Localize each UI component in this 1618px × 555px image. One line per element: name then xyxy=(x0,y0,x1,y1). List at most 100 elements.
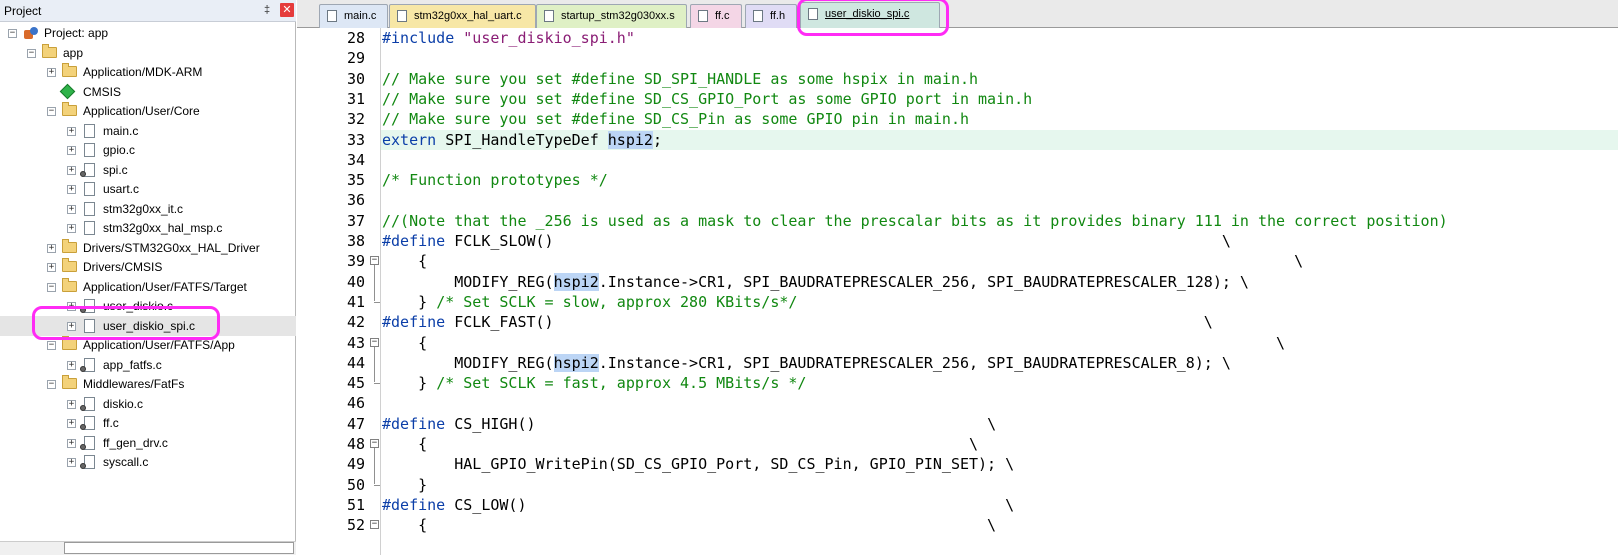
collapse-icon[interactable]: − xyxy=(47,282,56,292)
highlighted-identifier: hspi2 xyxy=(553,353,599,372)
expand-icon[interactable]: + xyxy=(67,126,76,136)
close-icon[interactable]: ✕ xyxy=(280,3,294,17)
code-token: // Make sure you set #define SD_CS_Pin a… xyxy=(382,110,969,129)
fold-toggle-icon[interactable]: − xyxy=(370,520,379,530)
code-line[interactable]: { \ xyxy=(382,434,978,454)
highlighted-identifier: hspi2 xyxy=(553,272,599,291)
fold-toggle-icon[interactable]: − xyxy=(370,337,379,347)
expand-icon[interactable]: + xyxy=(67,185,76,194)
code-line[interactable]: { \ xyxy=(382,333,1285,353)
line-number: 34 xyxy=(346,150,365,169)
line-number: 52 xyxy=(346,516,365,535)
code-line[interactable]: } xyxy=(382,475,427,495)
tab-startup-stm32g030xx-s[interactable]: startup_stm32g030xx.s xyxy=(536,4,687,28)
expand-icon[interactable]: + xyxy=(67,204,76,214)
file-icon xyxy=(397,10,407,22)
scrollbar-thumb[interactable] xyxy=(64,542,294,554)
expand-icon[interactable]: + xyxy=(67,419,76,428)
tree-item-label: Application/User/FATFS/Target xyxy=(83,279,247,294)
code-line[interactable]: #include "user_diskio_spi.h" xyxy=(382,28,635,48)
line-number: 40 xyxy=(346,272,365,291)
collapse-icon[interactable]: − xyxy=(8,29,17,38)
expand-icon[interactable]: + xyxy=(67,360,76,370)
tree-item[interactable]: + ff.c xyxy=(0,413,296,433)
code-line[interactable]: #define CS_LOW() \ xyxy=(382,495,1014,515)
line-number-gutter: 28 29 30 31 32 33 34 35 36 37 38 39 40 41 42 43 44 45 46 47… xyxy=(297,28,367,555)
collapse-icon[interactable]: − xyxy=(47,107,56,116)
tree-item[interactable]: CMSIS xyxy=(0,82,296,102)
tree-item[interactable]: − app xyxy=(0,43,296,63)
tab-ff-c[interactable]: ff.c xyxy=(690,4,742,28)
code-line[interactable]: MODIFY_REG(hspi2.Instance->CR1, SPI_BAUD… xyxy=(382,272,1249,292)
code-line[interactable]: // Make sure you set #define SD_SPI_HAND… xyxy=(382,69,978,89)
code-line[interactable]: extern SPI_HandleTypeDef hspi2; xyxy=(382,130,662,150)
code-line[interactable]: /* Function prototypes */ xyxy=(382,170,608,190)
tree-item[interactable]: + Application/MDK-ARM xyxy=(0,62,296,82)
tree-item[interactable]: + app_fatfs.c xyxy=(0,355,296,375)
line-number: 43 xyxy=(346,333,365,352)
collapse-icon[interactable]: − xyxy=(47,380,56,389)
tree-item[interactable]: + ff_gen_drv.c xyxy=(0,433,296,453)
tree-item[interactable]: + diskio.c xyxy=(0,394,296,414)
tree-item[interactable]: + usart.c xyxy=(0,179,296,199)
tree-item[interactable]: + Drivers/CMSIS xyxy=(0,257,296,277)
code-line[interactable]: // Make sure you set #define SD_CS_GPIO_… xyxy=(382,89,1032,109)
tree-item[interactable]: + main.c xyxy=(0,121,296,141)
expand-icon[interactable]: + xyxy=(47,243,56,253)
pin-icon[interactable]: ‡ xyxy=(260,3,274,17)
tab-stm32g0xx-hal-uart-c[interactable]: stm32g0xx_hal_uart.c xyxy=(389,4,536,28)
code-token: extern xyxy=(382,130,437,149)
code-line[interactable]: } /* Set SCLK = slow, approx 280 KBits/s… xyxy=(382,292,797,312)
tree-item[interactable]: − Application/User/Core xyxy=(0,101,296,121)
expand-icon[interactable]: + xyxy=(67,146,76,155)
file-icon xyxy=(84,143,95,157)
line-number: 29 xyxy=(346,49,365,68)
expand-icon[interactable]: + xyxy=(47,68,56,77)
code-line[interactable]: HAL_GPIO_WritePin(SD_CS_GPIO_Port, SD_CS… xyxy=(382,454,1014,474)
expand-icon[interactable]: + xyxy=(47,263,56,272)
tree-item[interactable]: − Application/User/FATFS/Target xyxy=(0,277,296,297)
tree-item[interactable]: − Middlewares/FatFs xyxy=(0,374,296,394)
file-icon xyxy=(698,10,708,22)
code-line[interactable]: // Make sure you set #define SD_CS_Pin a… xyxy=(382,109,969,129)
tree-item-label: app_fatfs.c xyxy=(103,357,162,372)
tree-item[interactable]: + stm32g0xx_hal_msp.c xyxy=(0,218,296,238)
fold-toggle-icon[interactable]: − xyxy=(370,439,379,448)
code-editor[interactable]: 28 29 30 31 32 33 34 35 36 37 38 39 40 41 42 43 44 45 46 47… xyxy=(297,28,1618,555)
code-line[interactable]: //(Note that the _256 is used as a mask … xyxy=(382,211,1448,231)
expand-icon[interactable]: + xyxy=(67,224,76,233)
tree-item[interactable]: + Drivers/STM32G0xx_HAL_Driver xyxy=(0,238,296,258)
tree-item[interactable]: + spi.c xyxy=(0,160,296,180)
tree-item-label: stm32g0xx_it.c xyxy=(103,201,184,216)
fold-toggle-icon[interactable]: − xyxy=(370,256,379,266)
code-token: CS_LOW() \ xyxy=(445,495,1015,514)
collapse-icon[interactable]: − xyxy=(47,341,56,350)
tab-main-c[interactable]: main.c xyxy=(319,4,388,28)
expand-icon[interactable]: + xyxy=(67,458,76,467)
project-panel: Project ‡ ✕ − Project: app − app + Applicatio… xyxy=(0,0,296,555)
line-number: 50 xyxy=(346,475,365,494)
file-icon xyxy=(753,10,763,22)
file-gear-icon xyxy=(80,357,95,372)
tree-item[interactable]: + stm32g0xx_it.c xyxy=(0,199,296,219)
line-number: 47 xyxy=(346,414,365,433)
line-number: 39 xyxy=(346,252,365,271)
tree-item-label: app xyxy=(63,45,84,60)
collapse-icon[interactable]: − xyxy=(27,48,36,58)
code-line[interactable]: { \ xyxy=(382,515,996,535)
tab-ff-h[interactable]: ff.h xyxy=(745,4,797,28)
expand-icon[interactable]: + xyxy=(67,399,76,409)
expand-icon[interactable]: + xyxy=(67,438,76,448)
code-line[interactable]: MODIFY_REG(hspi2.Instance->CR1, SPI_BAUD… xyxy=(382,353,1231,373)
tree-item[interactable]: + gpio.c xyxy=(0,140,296,160)
code-line[interactable]: #define CS_HIGH() \ xyxy=(382,414,996,434)
code-line[interactable]: } /* Set SCLK = fast, approx 4.5 MBits/s… xyxy=(382,373,806,393)
expand-icon[interactable]: + xyxy=(67,165,76,175)
tree-item[interactable]: + syscall.c xyxy=(0,452,296,472)
target-folder-icon xyxy=(42,43,57,58)
code-line[interactable]: { \ xyxy=(382,251,1303,271)
tree-item[interactable]: − Project: app xyxy=(0,23,296,43)
file-icon xyxy=(84,182,95,196)
code-line[interactable]: #define FCLK_SLOW() \ xyxy=(382,231,1231,251)
code-line[interactable]: #define FCLK_FAST() \ xyxy=(382,312,1213,332)
